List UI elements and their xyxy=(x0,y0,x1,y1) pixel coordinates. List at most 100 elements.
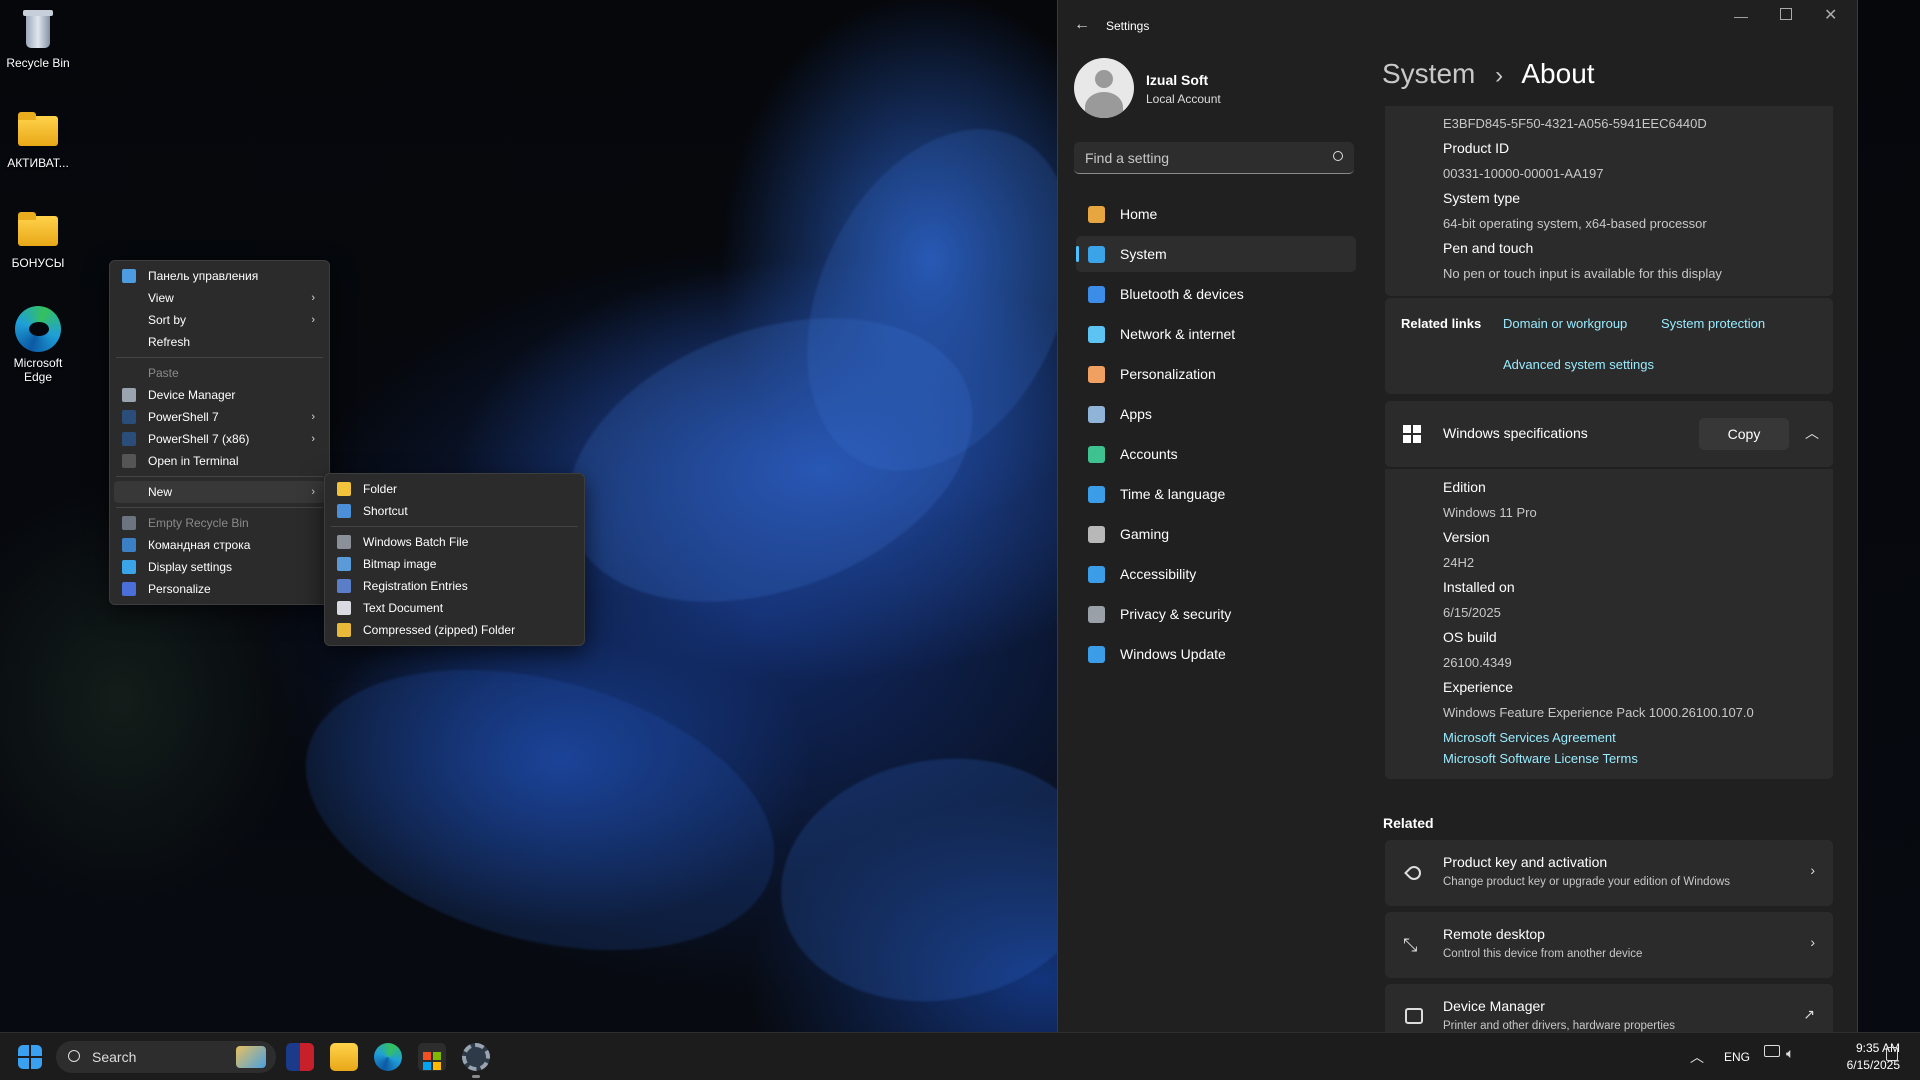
controller-icon xyxy=(1088,526,1105,543)
menu-item-open-in-terminal[interactable]: Open in Terminal xyxy=(114,450,325,472)
mlb-app-icon[interactable] xyxy=(286,1043,314,1071)
nav-item-system[interactable]: System xyxy=(1076,236,1356,272)
edge-icon[interactable] xyxy=(374,1043,402,1071)
nav-item-home[interactable]: Home xyxy=(1076,196,1356,232)
related-device-manager[interactable]: Device Manager Printer and other drivers… xyxy=(1385,984,1833,1032)
nav-item-label: Home xyxy=(1120,206,1158,222)
desktop-icon-folder[interactable]: БОНУСЫ xyxy=(0,206,76,270)
menu-item-paste[interactable]: Paste xyxy=(114,362,325,384)
chevron-up-icon[interactable]: ︿ xyxy=(1805,423,1819,443)
close-button[interactable]: ✕ xyxy=(1824,5,1837,25)
nav-item-label: Apps xyxy=(1120,406,1152,422)
menu-item-sort-by[interactable]: Sort by › xyxy=(114,309,325,331)
menu-item-refresh[interactable]: Refresh xyxy=(114,331,325,353)
menu-separator xyxy=(331,526,578,527)
menu-item-command-prompt[interactable]: Командная строка xyxy=(114,534,325,556)
submenu-item-shortcut[interactable]: Shortcut xyxy=(329,500,580,522)
nav-item-update[interactable]: Windows Update xyxy=(1076,636,1356,672)
menu-item-powershell-7-x86[interactable]: PowerShell 7 (x86) › xyxy=(114,428,325,450)
link-advanced-system-settings[interactable]: Advanced system settings xyxy=(1503,357,1654,372)
settings-gear-icon[interactable] xyxy=(462,1043,490,1071)
chevron-right-icon: › xyxy=(311,486,315,498)
menu-item-empty-recycle-bin[interactable]: Empty Recycle Bin xyxy=(114,512,325,534)
taskbar-search-box[interactable]: Search xyxy=(56,1041,276,1073)
nav-item-shield[interactable]: Privacy & security xyxy=(1076,596,1356,632)
nav-item-person[interactable]: Accounts xyxy=(1076,436,1356,472)
nav-item-brush[interactable]: Personalization xyxy=(1076,356,1356,392)
apps-icon xyxy=(1088,406,1105,423)
related-product-key[interactable]: Product key and activation Change produc… xyxy=(1385,840,1833,906)
nav-item-wifi[interactable]: Network & internet xyxy=(1076,316,1356,352)
nav-item-bluetooth[interactable]: Bluetooth & devices xyxy=(1076,276,1356,312)
desktop-icon-folder[interactable]: АКТИВАТ... xyxy=(0,106,76,170)
menu-separator xyxy=(116,476,323,477)
submenu-item-registration-entries[interactable]: Registration Entries xyxy=(329,575,580,597)
wifi-icon xyxy=(1088,326,1105,343)
nav-item-label: Bluetooth & devices xyxy=(1120,286,1244,302)
search-icon xyxy=(68,1050,80,1062)
avatar[interactable] xyxy=(1074,58,1134,118)
submenu-item-zip-folder[interactable]: Compressed (zipped) Folder xyxy=(329,619,580,641)
menu-item-control-panel[interactable]: Панель управления xyxy=(114,265,325,287)
volume-icon[interactable]: 🔈︎ xyxy=(1786,1045,1794,1062)
nav-item-apps[interactable]: Apps xyxy=(1076,396,1356,432)
language-indicator[interactable]: ENG xyxy=(1724,1050,1750,1064)
wallpaper-petal xyxy=(274,622,806,998)
spec-key: Pen and touch xyxy=(1443,240,1534,256)
personalize-icon xyxy=(122,582,136,596)
chevron-right-icon: › xyxy=(311,314,315,326)
folder-icon xyxy=(337,482,351,496)
submenu-item-bitmap[interactable]: Bitmap image xyxy=(329,553,580,575)
windows-specs-body: Edition Windows 11 Pro Version 24H2 Inst… xyxy=(1385,469,1833,779)
menu-separator xyxy=(116,357,323,358)
desktop-icon-edge[interactable]: Microsoft Edge xyxy=(0,306,76,384)
menu-item-powershell-7[interactable]: PowerShell 7 › xyxy=(114,406,325,428)
remote-desktop-icon: ⤡ xyxy=(1403,935,1418,955)
submenu-item-batch-file[interactable]: Windows Batch File xyxy=(329,531,580,553)
related-links-card: Related links Domain or workgroup System… xyxy=(1385,298,1833,394)
text-document-icon xyxy=(337,601,351,615)
copy-button[interactable]: Copy xyxy=(1699,418,1789,450)
submenu-item-text-document[interactable]: Text Document xyxy=(329,597,580,619)
nav-item-globe-clock[interactable]: Time & language xyxy=(1076,476,1356,512)
spec-key: Product ID xyxy=(1443,140,1510,156)
breadcrumb-parent[interactable]: System xyxy=(1382,58,1475,89)
chevron-up-icon[interactable]: ︿ xyxy=(1690,1047,1704,1067)
microsoft-store-icon[interactable] xyxy=(418,1043,446,1071)
recycle-bin-icon xyxy=(15,6,61,52)
link-services-agreement[interactable]: Microsoft Services Agreement xyxy=(1443,730,1616,745)
submenu-item-folder[interactable]: Folder xyxy=(329,478,580,500)
notifications-icon[interactable] xyxy=(1886,1047,1898,1061)
spec-key: OS build xyxy=(1443,629,1497,645)
new-submenu: Folder Shortcut Windows Batch File Bitma… xyxy=(324,473,585,646)
minimize-button[interactable]: — xyxy=(1734,8,1748,24)
device-id-value: E3BFD845-5F50-4321-A056-5941EEC6440D xyxy=(1443,116,1707,131)
windows-specs-header[interactable]: Windows specifications Copy ︿ xyxy=(1385,401,1833,467)
nav-item-controller[interactable]: Gaming xyxy=(1076,516,1356,552)
menu-item-display-settings[interactable]: Display settings xyxy=(114,556,325,578)
spec-value: 24H2 xyxy=(1443,555,1475,570)
menu-item-device-manager[interactable]: Device Manager xyxy=(114,384,325,406)
bluetooth-icon xyxy=(1088,286,1105,303)
batch-file-icon xyxy=(337,535,351,549)
menu-item-view[interactable]: View › xyxy=(114,287,325,309)
link-license-terms[interactable]: Microsoft Software License Terms xyxy=(1443,751,1638,766)
search-box[interactable]: Find a setting xyxy=(1074,142,1354,174)
network-icon[interactable] xyxy=(1764,1045,1780,1057)
bitmap-icon xyxy=(337,557,351,571)
taskbar-search-label: Search xyxy=(92,1049,137,1065)
link-domain-or-workgroup[interactable]: Domain or workgroup xyxy=(1503,316,1627,331)
desktop-icon-recycle-bin[interactable]: Recycle Bin xyxy=(0,6,76,70)
maximize-button[interactable] xyxy=(1780,8,1792,20)
menu-item-personalize[interactable]: Personalize xyxy=(114,578,325,600)
menu-item-new[interactable]: New › xyxy=(114,481,325,503)
related-remote-desktop[interactable]: ⤡ Remote desktop Control this device fro… xyxy=(1385,912,1833,978)
nav-item-label: Time & language xyxy=(1120,486,1226,502)
person-icon xyxy=(1088,446,1105,463)
nav-item-accessibility[interactable]: Accessibility xyxy=(1076,556,1356,592)
windows-start-icon[interactable] xyxy=(18,1045,42,1069)
link-system-protection[interactable]: System protection xyxy=(1661,316,1765,331)
file-explorer-icon[interactable] xyxy=(330,1043,358,1071)
back-arrow-icon[interactable]: ← xyxy=(1074,16,1090,34)
update-icon xyxy=(1088,646,1105,663)
